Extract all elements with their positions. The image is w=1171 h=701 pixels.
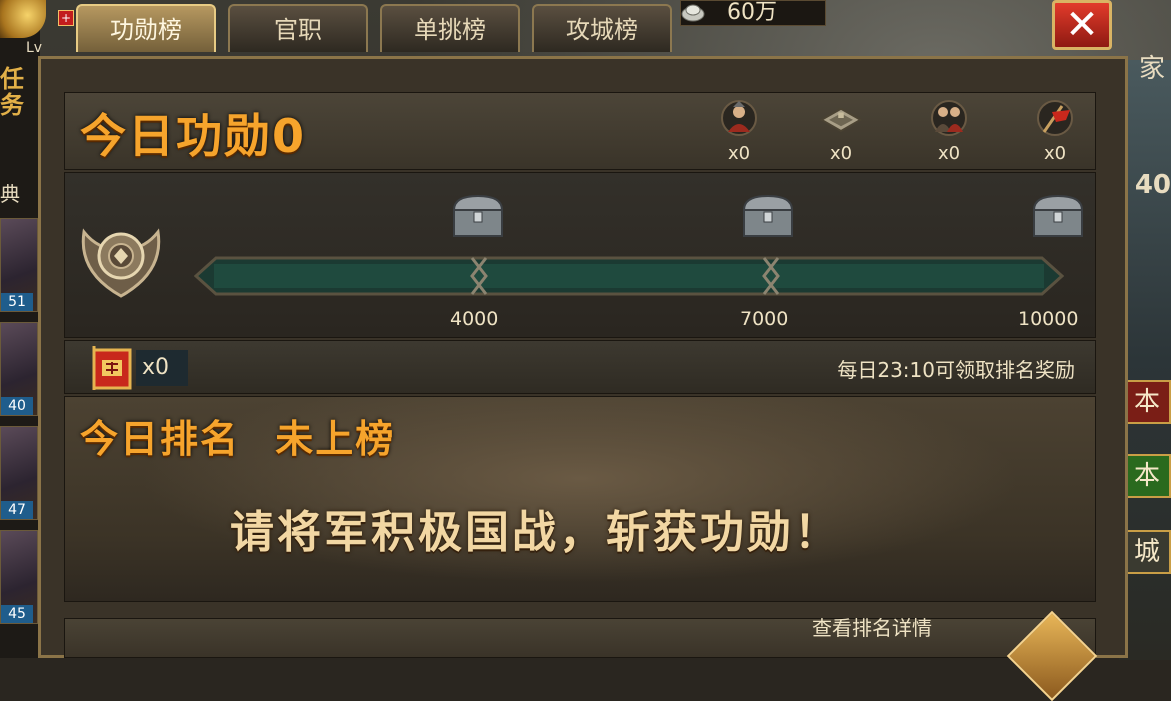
hero-portrait[interactable]: 40 (0, 322, 38, 416)
stat-count: x0 (727, 143, 751, 164)
slogan-text: 请将军积极国战，斩获功勋！ (230, 507, 841, 558)
right-tag-button[interactable]: 本 (1123, 380, 1171, 424)
tab-official[interactable]: 官职 (228, 4, 368, 52)
soldiers-icon (931, 100, 967, 136)
merit-title-text: 今日功勋 (80, 109, 272, 163)
stat-count: x0 (937, 143, 961, 164)
tab-siege[interactable]: 攻城榜 (532, 4, 672, 52)
task-label[interactable]: 任务 (0, 66, 36, 118)
dian-label[interactable]: 典 (0, 178, 20, 207)
war-flag-icon (1037, 100, 1073, 136)
left-sidebar: Lv 任务 典 51 40 47 45 (0, 0, 46, 658)
right-top-char: 家 (1138, 54, 1165, 84)
hero-portrait[interactable]: 51 (0, 218, 38, 312)
rank-title-text: 今日排名 (80, 417, 241, 461)
rank-status: 未上榜 (275, 417, 396, 461)
reward-chest-icon[interactable] (738, 192, 798, 240)
hero-portrait[interactable]: 45 (0, 530, 38, 624)
merit-progress-bar (194, 256, 1064, 296)
level-label: Lv (26, 40, 43, 56)
merit-value: 0 (272, 109, 307, 163)
rank-medal-icon (81, 228, 161, 298)
hero-portrait[interactable]: 47 (0, 426, 38, 520)
hero-level: 45 (1, 605, 33, 623)
right-tag-button[interactable]: 城 (1123, 530, 1171, 574)
stat-general[interactable]: x0 (714, 98, 764, 166)
tab-duel[interactable]: 单挑榜 (380, 4, 520, 52)
reward-chest-icon[interactable] (448, 192, 508, 240)
hero-level: 40 (1, 397, 33, 415)
hero-level: 47 (1, 501, 33, 519)
silver-icon (681, 4, 705, 22)
flag-item-icon[interactable] (90, 344, 136, 392)
gold-orb-icon[interactable] (0, 0, 46, 38)
stat-soldiers[interactable]: x0 (924, 98, 974, 166)
merit-title: 今日功勋0 (80, 100, 306, 166)
add-button[interactable]: + (58, 10, 74, 26)
close-button[interactable]: ✕ (1052, 0, 1112, 50)
stat-count: x0 (829, 143, 853, 164)
reward-notice: 每日23:10可领取排名奖励 (837, 358, 1075, 382)
fortress-icon (819, 107, 863, 132)
stat-fortress[interactable]: x0 (816, 98, 866, 166)
milestone-label: 4000 (450, 308, 499, 330)
tab-merit[interactable]: 功勋榜 (76, 4, 216, 52)
milestone-label: 7000 (740, 308, 789, 330)
hero-level: 51 (1, 293, 33, 311)
rank-title: 今日排名 未上榜 (80, 408, 395, 463)
detail-row (64, 618, 1096, 658)
milestone-label: 10000 (1018, 308, 1079, 330)
right-level: 40 (1134, 170, 1171, 200)
stat-count: x0 (1043, 143, 1067, 164)
view-rank-detail-link[interactable]: 查看排名详情 (812, 612, 932, 641)
flag-item-count: x0 (136, 350, 188, 386)
stat-war-flag[interactable]: x0 (1030, 98, 1080, 166)
right-tag-button[interactable]: 本 (1123, 454, 1171, 498)
reward-chest-icon[interactable] (1028, 192, 1088, 240)
general-icon (721, 100, 757, 136)
